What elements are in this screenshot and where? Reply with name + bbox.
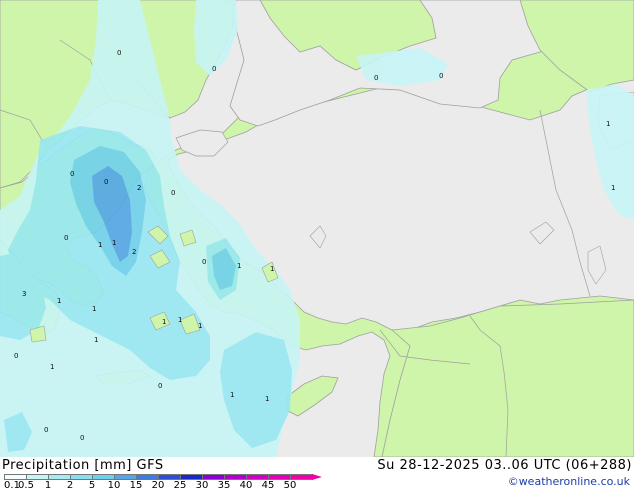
- point-value: 1: [57, 297, 61, 305]
- point-value: 0: [158, 382, 162, 390]
- model-name: GFS: [136, 458, 164, 473]
- point-value: 0: [44, 426, 48, 434]
- point-value: 0: [212, 65, 216, 73]
- scale-tick-label: 50: [283, 480, 297, 491]
- forecast-datetime: Su 28-12-2025 03..06 UTC (06+288): [377, 458, 632, 473]
- scale-tick-label: 20: [151, 480, 165, 491]
- point-value: 1: [112, 239, 116, 247]
- point-value: 1: [98, 241, 102, 249]
- legend-bar: Precipitation [mm] GFS Su 28-12-2025 03.…: [0, 457, 634, 491]
- scale-tick-label: 40: [239, 480, 253, 491]
- point-value: 1: [94, 336, 98, 344]
- scale-tick-label: 2: [66, 480, 74, 491]
- scale-tick-label: 45: [261, 480, 275, 491]
- scale-tick-label: 5: [88, 480, 96, 491]
- scale-tick-label: 25: [173, 480, 187, 491]
- scale-tick-label: 15: [129, 480, 143, 491]
- point-value: 1: [178, 316, 182, 324]
- point-value: 0: [70, 170, 74, 178]
- legend-title: Precipitation [mm] GFS: [2, 458, 164, 473]
- scale-tick-label: 10: [107, 480, 121, 491]
- point-value: 0: [64, 234, 68, 242]
- scale-tick-label: 1: [44, 480, 52, 491]
- point-value: 1: [606, 120, 610, 128]
- point-value: 0: [374, 74, 378, 82]
- point-value: 1: [265, 395, 269, 403]
- legend-title-text: Precipitation [mm]: [2, 458, 132, 473]
- scale-ticks: 0.1 0.5 1 2 5 10 15 20 25 30 35 40 45 50: [0, 480, 330, 491]
- point-value: 1: [237, 262, 241, 270]
- scale-tick-label: 0.5: [18, 480, 34, 491]
- point-value: 2: [137, 184, 141, 192]
- scale-tick-label: 35: [217, 480, 231, 491]
- point-value: 0: [117, 49, 121, 57]
- point-value: 0: [80, 434, 84, 442]
- point-value: 1: [162, 318, 166, 326]
- point-value: 0: [14, 352, 18, 360]
- point-value: 3: [22, 290, 26, 298]
- point-value: 2: [132, 248, 136, 256]
- point-value: 1: [230, 391, 234, 399]
- point-value: 0: [104, 178, 108, 186]
- precipitation-map[interactable]: 0 0 0 0 0 0 0 0 0 1 1 1 1 1 1 1 1 1 1 1 …: [0, 0, 634, 457]
- point-value: 0: [439, 72, 443, 80]
- source-credit[interactable]: ©weatheronline.co.uk: [508, 475, 630, 488]
- scale-tick-label: 30: [195, 480, 209, 491]
- point-value: 0: [171, 189, 175, 197]
- point-value: 0: [202, 258, 206, 266]
- point-value: 1: [198, 322, 202, 330]
- point-value: 1: [50, 363, 54, 371]
- point-value: 1: [270, 265, 274, 273]
- point-value: 1: [92, 305, 96, 313]
- point-value: 1: [611, 184, 615, 192]
